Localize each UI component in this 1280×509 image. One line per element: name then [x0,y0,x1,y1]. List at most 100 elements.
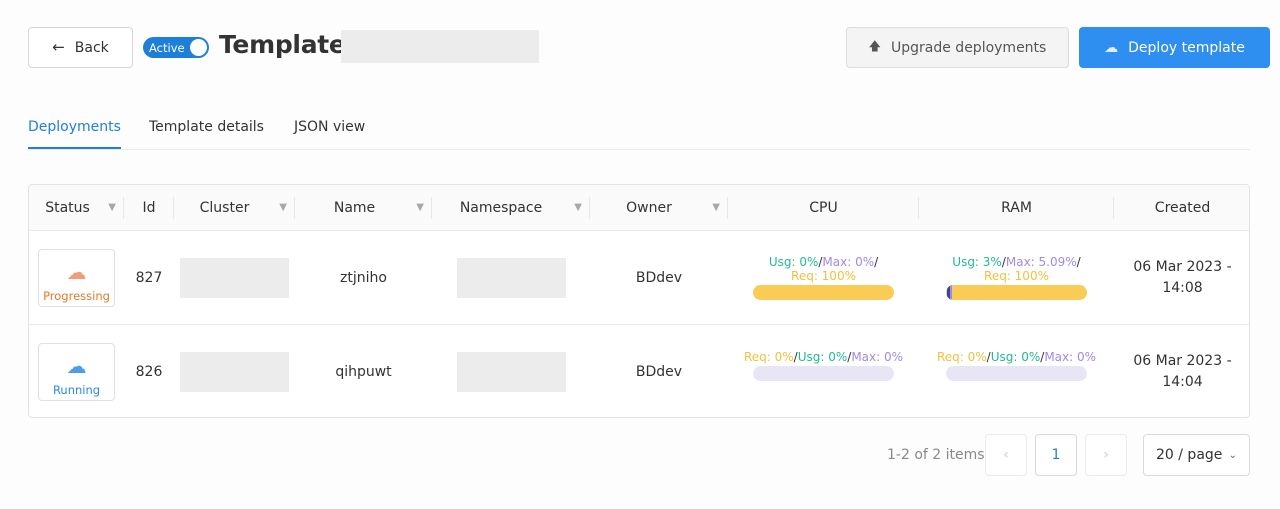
namespace-cell [432,325,590,417]
upgrade-deployments-button[interactable]: 🡅 Upgrade deployments [846,27,1069,68]
ram-metric: Req: 0%/Usg: 0%/Max: 0% [937,350,1096,381]
ram-progress-bar [946,285,1087,300]
upgrade-label: Upgrade deployments [891,39,1047,56]
column-name-label: Name [333,200,376,216]
cpu-cell: Req: 0%/Usg: 0%/Max: 0% [728,325,919,417]
page-size-value: 20 / page [1156,447,1223,463]
active-toggle[interactable]: Active [143,37,209,58]
cpu-metric-text: Usg: 0%/Max: 0%/ Req: 100% [769,255,878,283]
status-label: Running [52,383,101,397]
cpu-metric-text: Req: 0%/Usg: 0%/Max: 0% [744,350,903,364]
ram-usage: Usg: 3% [952,255,1002,269]
cpu-usage: Usg: 0% [797,349,848,364]
created-date: 06 Mar 2023 - [1133,258,1232,275]
deployments-table: Status ▼ Id Cluster ▼ Name ▼ Namespace ▼… [28,184,1250,418]
column-created: Created [1114,185,1249,231]
tab-deployments[interactable]: Deployments [28,119,121,149]
status-cell: ☁ Progressing [29,231,124,324]
toggle-label: Active [149,40,185,55]
cpu-progress-bar [753,285,894,300]
column-name: Name ▼ [295,185,432,231]
column-cpu: CPU [728,185,919,231]
prev-page-button[interactable]: ‹ [985,434,1027,476]
table-row[interactable]: ☁ Progressing 827 ztjniho BDdev Usg: 0% /… [29,231,1249,325]
back-label: Back [74,39,109,56]
chevron-left-icon: ‹ [1003,447,1009,463]
page-size-select[interactable]: 20 / page ⌄ [1143,434,1250,476]
tab-json-view[interactable]: JSON view [294,119,365,147]
status-badge[interactable]: ☁ Progressing [38,248,115,307]
page-1-button[interactable]: 1 [1035,434,1077,476]
table-header: Status ▼ Id Cluster ▼ Name ▼ Namespace ▼… [29,185,1249,231]
cpu-progress-bar [752,365,894,381]
column-ram: RAM [919,185,1114,231]
separator: / [874,255,879,269]
cpu-usage: Usg: 0% [768,255,819,269]
ram-request: Req: 100% [984,269,1049,283]
template-name-redacted [341,30,539,63]
created-cell: 06 Mar 2023 - 14:04 [1114,325,1249,417]
separator: / [1076,255,1081,269]
cpu-request: Req: 100% [791,269,856,283]
ram-metric-text: Req: 0%/Usg: 0%/Max: 0% [937,350,1096,364]
cpu-max: Max: 0% [851,349,904,364]
status-cell: ☁ Running [29,325,124,417]
cluster-redacted [180,352,289,392]
cpu-max: Max: 0% [822,255,875,269]
cpu-metric: Usg: 0%/Max: 0%/ Req: 100% [753,255,894,300]
cluster-cell [174,325,295,417]
column-namespace-label: Namespace [459,200,543,216]
column-status-label: Status [45,200,90,216]
column-created-label: Created [1154,200,1211,216]
status-label: Progressing [43,288,110,303]
cluster-cell [174,231,295,324]
filter-icon[interactable]: ▼ [574,202,582,213]
tab-bar: Deployments Template details JSON view [28,110,1250,150]
back-button[interactable]: ← Back [28,27,133,68]
filter-icon[interactable]: ▼ [712,202,720,213]
filter-icon[interactable]: ▼ [416,202,424,213]
chevron-down-icon: ⌄ [1228,449,1237,461]
created-time: 14:04 [1162,374,1203,390]
pagination: 1-2 of 2 items ‹ 1 › 20 / page ⌄ [0,434,1280,476]
column-cluster: Cluster ▼ [174,185,295,231]
id-cell: 826 [135,364,163,380]
deploy-template-button[interactable]: ☁ Deploy template [1079,27,1270,68]
ram-usage: Usg: 0% [990,349,1041,364]
column-cluster-label: Cluster [199,200,250,216]
created-date: 06 Mar 2023 - [1133,353,1232,369]
created-cell: 06 Mar 2023 - 14:08 [1114,231,1249,324]
arrow-left-icon: ← [52,38,65,56]
name-cell: ztjniho [340,269,387,286]
column-id: Id [124,185,174,231]
ram-max-indicator [950,285,952,300]
column-ram-label: RAM [1001,200,1032,216]
namespace-cell [432,231,590,324]
page-header: ← Back Active Template: 🡅 Upgrade deploy… [0,0,1280,90]
cpu-request: Req: 0% [743,349,794,364]
ram-max: Max: 5.09% [1005,255,1077,269]
owner-cell: BDdev [635,364,683,380]
ram-max: Max: 0% [1044,349,1097,364]
ram-cell: Req: 0%/Usg: 0%/Max: 0% [919,325,1114,417]
cpu-metric: Req: 0%/Usg: 0%/Max: 0% [744,350,903,381]
table-row[interactable]: ☁ Running 826 qihpuwt BDdev Req: 0%/Usg:… [29,325,1249,417]
cloud-upload-icon: ☁ [1104,39,1119,56]
filter-icon[interactable]: ▼ [108,202,116,213]
status-badge[interactable]: ☁ Running [38,343,115,401]
filter-icon[interactable]: ▼ [279,202,287,213]
deploy-label: Deploy template [1128,39,1245,56]
column-owner-label: Owner [626,200,672,216]
next-page-button[interactable]: › [1085,434,1127,476]
cloud-bolt-icon: ☁ [66,354,87,378]
name-cell: qihpuwt [335,364,392,380]
arrow-up-icon: 🡅 [868,39,881,53]
column-id-label: Id [142,200,156,216]
ram-metric: Usg: 3%/Max: 5.09%/ Req: 100% [946,255,1087,300]
chevron-right-icon: › [1103,447,1109,463]
ram-metric-text: Usg: 3%/Max: 5.09%/ Req: 100% [952,255,1080,283]
tab-template-details[interactable]: Template details [149,119,264,147]
namespace-redacted [456,257,566,298]
column-owner: Owner ▼ [590,185,728,231]
toggle-knob [190,39,207,56]
